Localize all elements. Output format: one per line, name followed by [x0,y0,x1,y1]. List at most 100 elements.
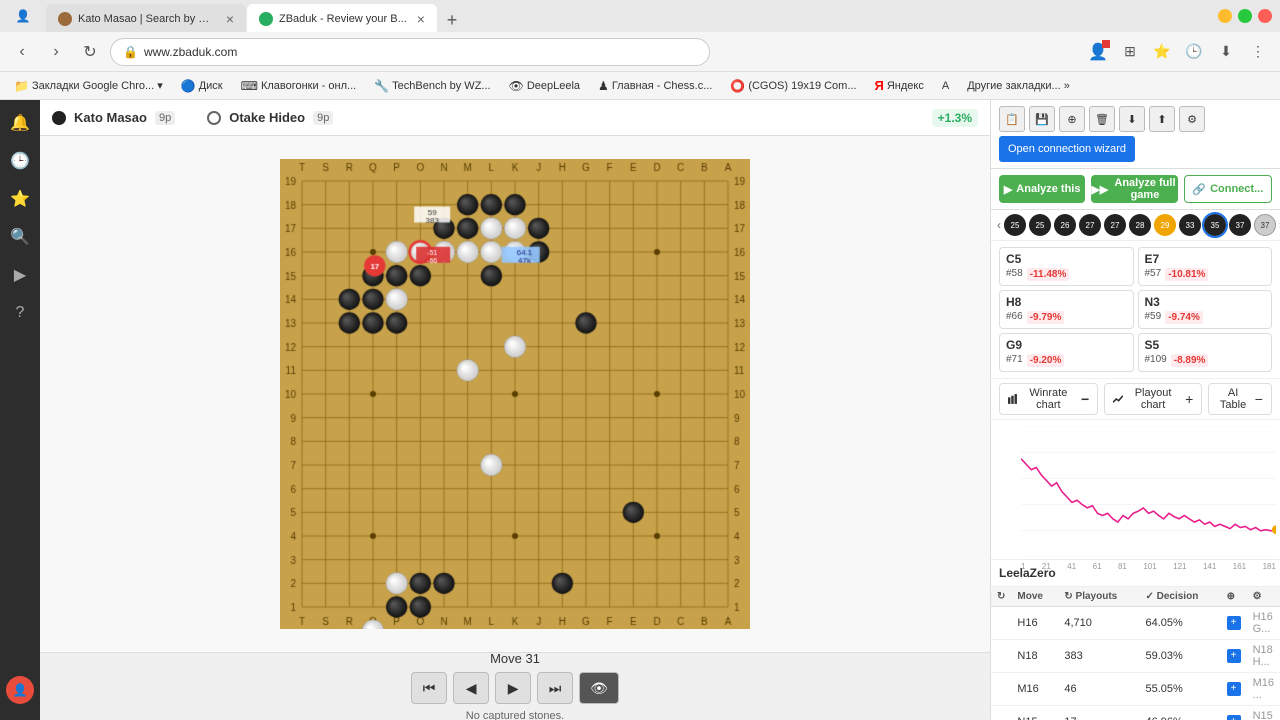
table-row[interactable]: N18 383 59.03% + N18 H... [991,640,1280,673]
delete-button[interactable]: 🗑 [1089,106,1115,132]
analyze-full-button[interactable]: ▶▶ Analyze full game [1091,175,1177,203]
move-circle-5[interactable]: 27 [1104,214,1126,236]
bookmark-label: DeepLeela [527,80,580,92]
settings-button[interactable]: ⚙ [1179,106,1205,132]
bookmark-deepleela[interactable]: 👁 DeepLeela [503,77,586,95]
x-label-7: 121 [1173,562,1186,571]
move-circle-4[interactable]: 27 [1079,214,1101,236]
connect-label: Connect... [1210,183,1263,195]
bookmark-disk[interactable]: 🔵 Диск [175,77,229,95]
move-circle-7[interactable]: 29 [1154,214,1176,236]
bookmark-yandex[interactable]: Я Яндекс [869,76,930,95]
row-h16-playouts: 4,710 [1058,607,1139,640]
next-move-button[interactable]: ▶ [495,672,531,704]
move-circle-10[interactable]: 37 [1229,214,1251,236]
black-player-name: Kato Masao [74,110,147,125]
save-button[interactable]: 💾 [1029,106,1055,132]
address-bar[interactable]: 🔒 www.zbaduk.com [110,38,710,66]
move-circle-11[interactable]: 37 [1254,214,1276,236]
prev-move-button[interactable]: ◀ [453,672,489,704]
suggestion-e7-stats: #57 -10.81% [1145,268,1266,281]
bookmark-klavogonki[interactable]: ⌨ Клавогонки - онл... [235,77,363,95]
suggestion-c5[interactable]: C5 #58 -11.48% [999,247,1134,286]
bookmark-more[interactable]: Другие закладки... » [961,78,1076,94]
th-refresh[interactable]: ↻ [991,587,1011,607]
scroll-left[interactable]: ‹ [997,218,1001,232]
th-decision[interactable]: ✓ Decision [1139,587,1220,607]
sidebar-search[interactable]: 🔍 [5,222,35,252]
back-button[interactable]: ‹ [8,38,36,66]
go-board[interactable] [280,159,750,629]
download-button[interactable]: ⬇ [1119,106,1145,132]
row-m16-checkbox [991,673,1011,706]
user-avatar[interactable]: 👤 [6,676,34,704]
profile-nav-button[interactable]: 👤 [1084,38,1112,66]
suggestion-e7[interactable]: E7 #57 -10.81% [1138,247,1273,286]
bookmark-techbench[interactable]: 🔧 TechBench by WZ... [368,77,496,95]
minimize-button[interactable] [1218,9,1232,23]
menu-button[interactable]: ⋮ [1244,38,1272,66]
tab-1-close[interactable]: × [226,11,234,27]
downloads-button[interactable]: ⬇ [1212,38,1240,66]
suggestion-n3-stats: #59 -9.74% [1145,311,1266,324]
table-row[interactable]: N15 17 46.96% + N15 H... [991,706,1280,720]
row-n15-plus[interactable]: + [1221,706,1247,720]
sidebar-play[interactable]: ▶ [5,260,35,290]
row-h16-plus[interactable]: + [1221,607,1247,640]
row-n18-plus[interactable]: + [1221,640,1247,673]
tab-1[interactable]: Kato Masao | Search by Pl... × [46,4,246,34]
first-move-button[interactable]: ⏮ [411,672,447,704]
move-circle-9[interactable]: 35 [1204,214,1226,236]
suggestion-e7-pct: -10.81% [1165,268,1208,281]
move-circle-8[interactable]: 33 [1179,214,1201,236]
sidebar-help[interactable]: ? [5,298,35,328]
playout-chart-button[interactable]: Playout chart + [1104,383,1202,415]
eye-button[interactable]: 👁 [579,672,619,704]
open-wizard-button[interactable]: Open connection wizard [999,136,1135,162]
bookmark-cgos[interactable]: ⭕ (CGOS) 19x19 Com... [724,77,862,95]
move-circle-1[interactable]: 25 [1004,214,1026,236]
th-playouts[interactable]: ↻ Playouts [1058,587,1139,607]
nav-bar: ‹ › ↻ 🔒 www.zbaduk.com 👤 ⊞ ⭐ 🕒 ⬇ ⋮ [0,32,1280,72]
th-plus1[interactable]: ⊕ [1221,587,1247,607]
refresh-button[interactable]: ↻ [76,38,104,66]
table-row[interactable]: M16 46 55.05% + M16 ... [991,673,1280,706]
winrate-chart-button[interactable]: Winrate chart − [999,383,1098,415]
profile-icon[interactable]: 👤 [8,1,38,31]
bookmark-folders[interactable]: 📁 Закладки Google Chro... ▾ [8,77,169,95]
th-move[interactable]: Move [1011,587,1058,607]
tab-2-close[interactable]: × [417,11,425,27]
table-row[interactable]: H16 4,710 64.05% + H16 G... [991,607,1280,640]
bookmark-button[interactable]: ⭐ [1148,38,1176,66]
row-m16-plus[interactable]: + [1221,673,1247,706]
board-container[interactable] [40,136,990,652]
bookmark-chess[interactable]: ♟ Главная - Chess.c... [592,77,718,95]
tab-2[interactable]: ZBaduk - Review your B... × [247,4,437,34]
history-button[interactable]: 🕒 [1180,38,1208,66]
move-circle-3[interactable]: 26 [1054,214,1076,236]
suggestion-s5[interactable]: S5 #109 -8.89% [1138,333,1273,372]
moves-table[interactable]: ↻ Move ↻ Playouts ✓ Decision ⊕ ⚙ [991,587,1280,720]
suggestion-n3[interactable]: N3 #59 -9.74% [1138,290,1273,329]
new-tab-button[interactable]: + [438,6,466,34]
move-circle-6[interactable]: 28 [1129,214,1151,236]
clipboard-button[interactable]: 📋 [999,106,1025,132]
analyze-this-button[interactable]: ▶ Analyze this [999,175,1085,203]
connect-button[interactable]: 🔗 Connect... [1184,175,1272,203]
sidebar-favorites[interactable]: ⭐ [5,184,35,214]
forward-button[interactable]: › [42,38,70,66]
suggestion-h8[interactable]: H8 #66 -9.79% [999,290,1134,329]
sidebar-history[interactable]: 🕒 [5,146,35,176]
last-move-button[interactable]: ⏭ [537,672,573,704]
ai-table-button[interactable]: AI Table − [1208,383,1272,415]
copy-button[interactable]: ⊕ [1059,106,1085,132]
move-circle-2[interactable]: 25 [1029,214,1051,236]
suggestion-g9[interactable]: G9 #71 -9.20% [999,333,1134,372]
sidebar-notifications[interactable]: 🔔 [5,108,35,138]
extensions-button[interactable]: ⊞ [1116,38,1144,66]
th-gear[interactable]: ⚙ [1247,587,1280,607]
upload-button[interactable]: ⬆ [1149,106,1175,132]
maximize-button[interactable] [1238,9,1252,23]
close-button[interactable] [1258,9,1272,23]
bookmark-a[interactable]: А [936,78,955,94]
